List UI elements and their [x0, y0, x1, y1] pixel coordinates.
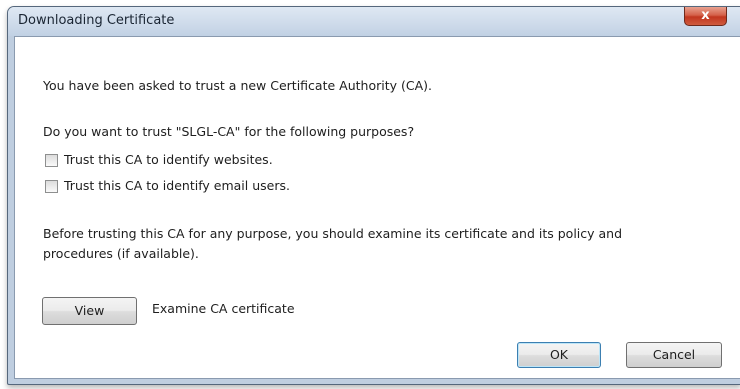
view-button-label: View	[74, 303, 105, 318]
close-icon: x	[701, 8, 710, 23]
advice-text-line1: Before trusting this CA for any purpose,…	[43, 226, 623, 241]
ok-button-label: OK	[549, 347, 569, 362]
dialog-window: Downloading Certificate x You have been …	[7, 6, 740, 385]
dialog-content: You have been asked to trust a new Certi…	[14, 36, 740, 379]
trust-websites-label[interactable]: Trust this CA to identify websites.	[64, 152, 273, 167]
trust-email-label[interactable]: Trust this CA to identify email users.	[64, 178, 290, 193]
trust-email-checkbox[interactable]	[45, 180, 58, 193]
intro-text: You have been asked to trust a new Certi…	[43, 78, 432, 93]
cancel-button[interactable]: Cancel	[626, 342, 722, 368]
cancel-button-label: Cancel	[652, 347, 696, 362]
window-title: Downloading Certificate	[18, 13, 175, 28]
advice-text-line2: procedures (if available).	[43, 246, 199, 261]
view-certificate-button[interactable]: View	[42, 297, 137, 325]
title-bar[interactable]: Downloading Certificate	[8, 7, 740, 36]
close-button[interactable]: x	[684, 7, 727, 26]
ok-button[interactable]: OK	[517, 342, 601, 368]
trust-question: Do you want to trust "SLGL-CA" for the f…	[43, 124, 415, 139]
view-description: Examine CA certificate	[152, 301, 295, 316]
trust-websites-checkbox[interactable]	[45, 154, 58, 167]
